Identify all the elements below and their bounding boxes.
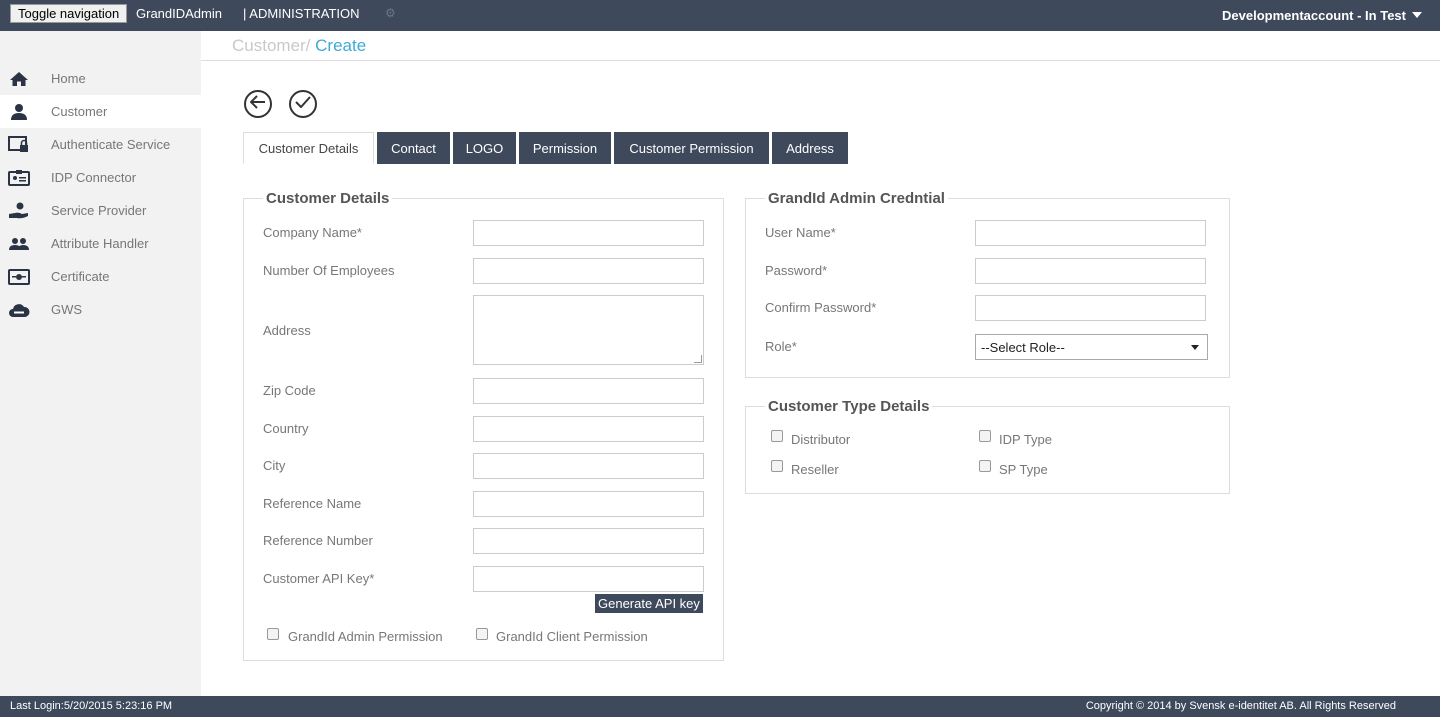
admin-permission-checkbox[interactable] xyxy=(267,628,279,640)
back-button[interactable] xyxy=(244,90,272,118)
address-textarea[interactable] xyxy=(473,295,704,365)
sidebar-item-label: Certificate xyxy=(51,269,110,284)
city-label: City xyxy=(263,458,286,473)
copyright-text: Copyright © 2014 by Svensk e-identitet A… xyxy=(1085,700,1396,712)
gear-icon: ⚙ xyxy=(385,6,396,20)
tab-customer-details[interactable]: Customer Details xyxy=(243,132,374,164)
tab-customer-permission[interactable]: Customer Permission xyxy=(614,132,769,164)
chevron-down-icon xyxy=(1412,12,1422,18)
home-icon xyxy=(8,70,30,88)
distributor-label: Distributor xyxy=(791,432,851,447)
panel-title: GrandId Admin Credntial xyxy=(765,190,948,207)
password-label: Password* xyxy=(765,263,828,278)
sidebar-item-label: GWS xyxy=(51,302,83,317)
last-login-text: Last Login:5/20/2015 5:23:16 PM xyxy=(10,700,173,712)
sidebar-item-customer[interactable]: Customer xyxy=(0,95,201,128)
zip-code-label: Zip Code xyxy=(263,383,316,398)
password-input[interactable] xyxy=(975,258,1206,284)
company-name-label: Company Name* xyxy=(263,225,362,240)
user-name-label: User Name* xyxy=(765,225,836,240)
divider xyxy=(201,60,1440,61)
api-key-label: Customer API Key* xyxy=(263,571,375,586)
sidebar-item-label: Attribute Handler xyxy=(51,236,149,251)
sidebar-item-label: Service Provider xyxy=(51,203,147,218)
caret-down-icon xyxy=(1191,345,1199,350)
user-icon xyxy=(8,103,30,121)
sidebar-item-label: Customer xyxy=(51,104,108,119)
cloud-icon xyxy=(8,301,30,319)
client-permission-checkbox[interactable] xyxy=(476,628,488,640)
user-name-input[interactable] xyxy=(975,220,1206,246)
role-select[interactable]: --Select Role-- xyxy=(975,334,1208,360)
checkmark-icon xyxy=(295,95,311,113)
breadcrumb-parent[interactable]: Customer/ xyxy=(232,36,310,55)
sidebar-item-attribute-handler[interactable]: Attribute Handler xyxy=(0,227,201,260)
panel-title: Customer Details xyxy=(263,190,393,207)
zip-code-input[interactable] xyxy=(473,378,704,404)
panel-title: Customer Type Details xyxy=(765,398,933,415)
employees-input[interactable] xyxy=(473,258,704,284)
client-permission-label: GrandId Client Permission xyxy=(496,629,648,644)
customer-type-panel: Customer Type Details xyxy=(745,398,1230,494)
reseller-label: Reseller xyxy=(791,462,839,477)
tab-logo[interactable]: LOGO xyxy=(453,132,516,164)
admin-permission-label: GrandId Admin Permission xyxy=(288,629,443,644)
footer: Last Login:5/20/2015 5:23:16 PM Copyrigh… xyxy=(0,696,1440,717)
distributor-checkbox[interactable] xyxy=(771,430,783,442)
confirm-password-label: Confirm Password* xyxy=(765,300,877,315)
tab-contact[interactable]: Contact xyxy=(377,132,450,164)
account-label: Developmentaccount - In Test xyxy=(1222,8,1406,23)
administration-label: | ADMINISTRATION xyxy=(243,6,360,21)
id-card-icon xyxy=(8,169,30,187)
sp-type-label: SP Type xyxy=(999,462,1048,477)
reference-name-input[interactable] xyxy=(473,491,704,517)
address-label: Address xyxy=(263,323,311,338)
tab-address[interactable]: Address xyxy=(772,132,848,164)
sidebar-item-certificate[interactable]: Certificate xyxy=(0,260,201,293)
tab-permission[interactable]: Permission xyxy=(519,132,611,164)
role-select-value: --Select Role-- xyxy=(981,339,1065,355)
sidebar-item-service-provider[interactable]: Service Provider xyxy=(0,194,201,227)
idp-type-label: IDP Type xyxy=(999,432,1052,447)
sidebar-item-label: Home xyxy=(51,71,86,86)
sp-type-checkbox[interactable] xyxy=(979,460,991,472)
company-name-input[interactable] xyxy=(473,220,704,246)
sidebar: Home Customer Authenticate Service IDP C… xyxy=(0,31,201,696)
brand-link[interactable]: GrandIDAdmin xyxy=(136,6,222,21)
breadcrumb: Customer/ Create xyxy=(232,36,366,56)
arrow-left-icon xyxy=(249,94,266,114)
reference-number-input[interactable] xyxy=(473,528,704,554)
sidebar-item-authenticate-service[interactable]: Authenticate Service xyxy=(0,128,201,161)
reference-name-label: Reference Name xyxy=(263,496,362,511)
generate-api-key-button[interactable]: Generate API key xyxy=(595,594,703,613)
idp-type-checkbox[interactable] xyxy=(979,430,991,442)
sidebar-item-label: Authenticate Service xyxy=(51,137,171,152)
reseller-checkbox[interactable] xyxy=(771,460,783,472)
sidebar-item-label: IDP Connector xyxy=(51,170,137,185)
sidebar-item-idp-connector[interactable]: IDP Connector xyxy=(0,161,201,194)
country-input[interactable] xyxy=(473,416,704,442)
hand-user-icon xyxy=(8,202,30,220)
employees-label: Number Of Employees xyxy=(263,263,395,278)
account-dropdown[interactable]: Developmentaccount - In Test xyxy=(1222,8,1422,23)
lock-screen-icon xyxy=(8,135,30,154)
country-label: Country xyxy=(263,421,309,436)
confirm-password-input[interactable] xyxy=(975,295,1206,321)
save-button[interactable] xyxy=(289,90,317,118)
resize-handle-icon[interactable] xyxy=(694,355,702,363)
sidebar-item-home[interactable]: Home xyxy=(0,62,201,95)
reference-number-label: Reference Number xyxy=(263,533,373,548)
toggle-navigation-button[interactable]: Toggle navigation xyxy=(10,4,128,23)
sidebar-item-gws[interactable]: GWS xyxy=(0,293,201,326)
api-key-input[interactable] xyxy=(473,566,704,592)
users-icon xyxy=(8,235,30,253)
role-label: Role* xyxy=(765,339,797,354)
city-input[interactable] xyxy=(473,453,704,479)
breadcrumb-current: Create xyxy=(310,36,367,55)
top-navbar: Toggle navigation GrandIDAdmin | ADMINIS… xyxy=(0,0,1440,31)
certificate-icon xyxy=(8,268,30,286)
